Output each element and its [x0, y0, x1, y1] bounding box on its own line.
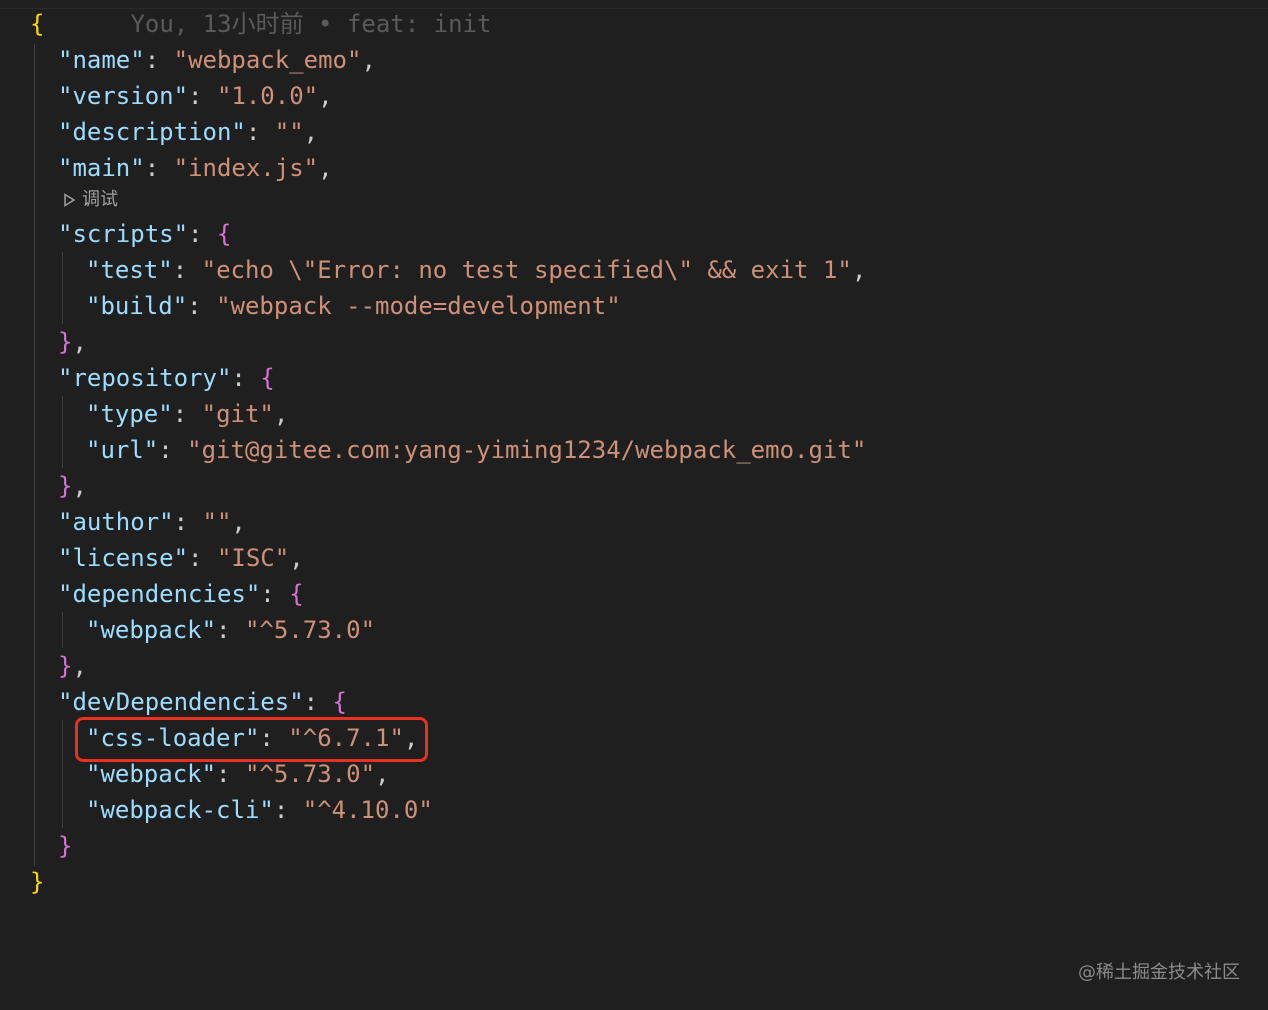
- code-line-devdependencies-close[interactable]: }: [58, 828, 72, 864]
- code-line-repository-close[interactable]: },: [58, 468, 87, 504]
- code-line-open-brace[interactable]: {You, 13小时前 • feat: init: [30, 6, 491, 42]
- code-line-dependencies[interactable]: "dependencies": {: [58, 576, 304, 612]
- code-line-license[interactable]: "license": "ISC",: [58, 540, 304, 576]
- debug-codelens-label: 调试: [82, 189, 118, 210]
- code-line-repository-type[interactable]: "type": "git",: [86, 396, 288, 432]
- code-line-repository-url[interactable]: "url": "git@gitee.com:yang-yiming1234/we…: [86, 432, 866, 468]
- git-blame-annotation: You, 13小时前 • feat: init: [130, 10, 492, 38]
- code-line-close-brace[interactable]: }: [30, 864, 44, 900]
- play-triangle-icon: [64, 193, 76, 207]
- debug-codelens[interactable]: 调试: [62, 186, 118, 214]
- watermark-text: @稀土掘金技术社区: [1078, 962, 1240, 983]
- code-line-devdependencies-css-loader[interactable]: "css-loader": "^6.7.1",: [86, 720, 418, 756]
- code-editor[interactable]: {You, 13小时前 • feat: init "name": "webpac…: [0, 0, 1268, 1010]
- code-line-devdependencies[interactable]: "devDependencies": {: [58, 684, 347, 720]
- code-line-name[interactable]: "name": "webpack_emo",: [58, 42, 376, 78]
- code-line-devdependencies-webpack-cli[interactable]: "webpack-cli": "^4.10.0": [86, 792, 433, 828]
- indent-guide: [62, 720, 63, 828]
- code-line-dependencies-webpack[interactable]: "webpack": "^5.73.0": [86, 612, 375, 648]
- code-line-version[interactable]: "version": "1.0.0",: [58, 78, 333, 114]
- code-line-scripts-test[interactable]: "test": "echo \"Error: no test specified…: [86, 252, 866, 288]
- code-line-scripts-close[interactable]: },: [58, 324, 87, 360]
- code-line-repository[interactable]: "repository": {: [58, 360, 275, 396]
- indent-guide: [62, 396, 63, 468]
- code-line-scripts[interactable]: "scripts": {: [58, 216, 231, 252]
- indent-guide: [34, 44, 35, 866]
- indent-guide: [62, 612, 63, 648]
- code-line-dependencies-close[interactable]: },: [58, 648, 87, 684]
- code-line-devdependencies-webpack[interactable]: "webpack": "^5.73.0",: [86, 756, 389, 792]
- code-line-description[interactable]: "description": "",: [58, 114, 318, 150]
- code-line-author[interactable]: "author": "",: [58, 504, 246, 540]
- indent-guide: [62, 252, 63, 324]
- code-line-scripts-build[interactable]: "build": "webpack --mode=development": [86, 288, 621, 324]
- code-line-main[interactable]: "main": "index.js",: [58, 150, 333, 186]
